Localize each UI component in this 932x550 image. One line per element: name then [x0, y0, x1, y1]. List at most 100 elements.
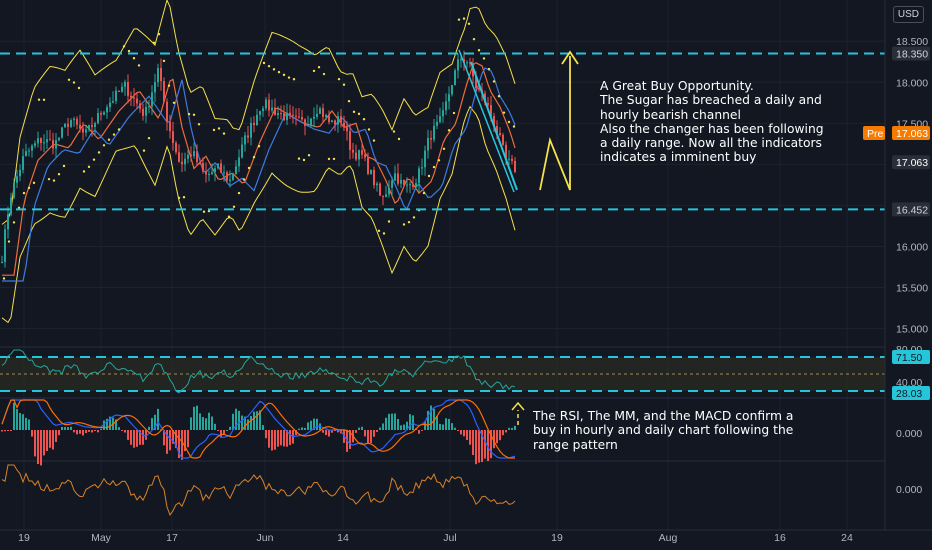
currency-label[interactable]: USD: [892, 6, 924, 23]
rsi-upper-badge: 71.50: [896, 352, 922, 364]
macd-histogram-bar: [241, 415, 243, 430]
macd-histogram-bar: [394, 413, 396, 430]
indicator-annotation: The RSI, The MM, and the MACD confirm a …: [533, 409, 793, 452]
macd-histogram-bar: [307, 422, 309, 430]
candle-body: [43, 142, 45, 144]
macd-histogram-bar: [118, 427, 120, 430]
time-tick-label: 19: [551, 532, 563, 544]
candle-body: [262, 108, 264, 112]
candle-body: [193, 151, 195, 157]
candle-body: [124, 82, 126, 87]
annotation-line: The RSI, The MM, and the MACD confirm a: [533, 409, 794, 423]
macd-histogram-bar: [46, 430, 48, 452]
candle-body: [304, 119, 306, 126]
macd-histogram-bar: [217, 430, 219, 431]
sar-dot: [162, 59, 166, 63]
candle-body: [127, 82, 129, 96]
macd-histogram-bar: [229, 426, 231, 430]
macd-histogram-bar: [190, 417, 192, 430]
candle-body: [265, 99, 267, 109]
candle-body: [220, 163, 222, 173]
candle-body: [103, 112, 105, 115]
support-badge: 16.452: [896, 204, 928, 216]
candle-body: [205, 171, 207, 175]
macd-histogram-bar: [37, 430, 39, 465]
sar-dot: [212, 128, 216, 132]
candle-body: [19, 169, 21, 177]
macd-histogram-bar: [85, 430, 87, 434]
macd-histogram-bar: [403, 424, 405, 430]
macd-histogram-bar: [94, 430, 96, 431]
candle-body: [187, 154, 189, 159]
macd-histogram-bar: [505, 430, 507, 433]
macd-histogram-bar: [508, 427, 510, 430]
price-tick-label: 15.000: [896, 324, 928, 336]
sar-dot: [342, 83, 346, 86]
sar-dot: [502, 111, 506, 114]
candle-body: [430, 137, 432, 140]
macd-histogram-bar: [10, 430, 12, 431]
candle-body: [28, 150, 30, 152]
sar-dot: [192, 113, 196, 116]
macd-histogram-bar: [211, 416, 213, 430]
macd-histogram-bar: [202, 417, 204, 430]
candle-body: [169, 121, 171, 132]
sar-dot: [92, 158, 96, 161]
sar-dot: [62, 164, 66, 168]
candle-body: [91, 125, 93, 128]
sar-dot: [247, 166, 251, 170]
candle-body: [223, 172, 225, 174]
candle-body: [79, 124, 81, 129]
macd-histogram-bar: [442, 424, 444, 430]
sar-dot: [187, 112, 191, 116]
macd-histogram-bar: [88, 430, 90, 432]
candle-body: [175, 142, 177, 153]
sar-dot: [317, 66, 321, 69]
macd-histogram-bar: [73, 430, 75, 433]
candle-body: [55, 140, 57, 149]
candle-body: [451, 85, 453, 95]
candle-body: [115, 90, 117, 102]
sar-dot: [322, 72, 326, 76]
candle-body: [154, 82, 156, 93]
sar-dot: [172, 101, 176, 104]
candle-body: [361, 150, 363, 155]
macd-histogram-bar: [268, 430, 270, 448]
macd-histogram-bar: [7, 430, 9, 431]
candle-body: [355, 152, 357, 160]
candle-body: [385, 194, 387, 197]
candle-body: [25, 151, 27, 157]
candle-body: [502, 134, 504, 145]
macd-histogram-bar: [277, 430, 279, 447]
macd-histogram-bar: [376, 430, 378, 432]
time-tick-label: 16: [774, 532, 786, 544]
candle-body: [190, 154, 192, 157]
candle-body: [364, 154, 366, 158]
candle-body: [271, 107, 273, 111]
candle-body: [337, 116, 339, 125]
macd-histogram-bar: [397, 419, 399, 430]
candle-body: [37, 138, 39, 144]
macd-histogram-bar: [205, 418, 207, 430]
sar-dot: [272, 68, 276, 71]
sar-dot: [442, 147, 446, 150]
sar-dot: [12, 221, 16, 224]
sar-dot: [227, 215, 231, 218]
candle-body: [241, 144, 243, 158]
candle-body: [178, 152, 180, 162]
resistance-badge: 18.350: [896, 49, 928, 61]
macd-histogram-bar: [265, 430, 267, 439]
pre-price-badge: 17.063: [896, 128, 928, 140]
sar-dot: [122, 45, 126, 48]
macd-histogram-bar: [385, 417, 387, 430]
annotation-line: The Sugar has breached a daily and: [600, 93, 822, 108]
candle-body: [358, 150, 360, 160]
macd-histogram-bar: [475, 430, 477, 465]
macd-histogram-bar: [40, 430, 42, 466]
macd-histogram-bar: [310, 420, 312, 430]
macd-histogram-bar: [232, 413, 234, 430]
time-tick-label: 14: [337, 532, 349, 544]
macd-histogram-bar: [97, 430, 99, 433]
macd-histogram-bar: [91, 430, 93, 433]
candle-body: [49, 139, 51, 141]
